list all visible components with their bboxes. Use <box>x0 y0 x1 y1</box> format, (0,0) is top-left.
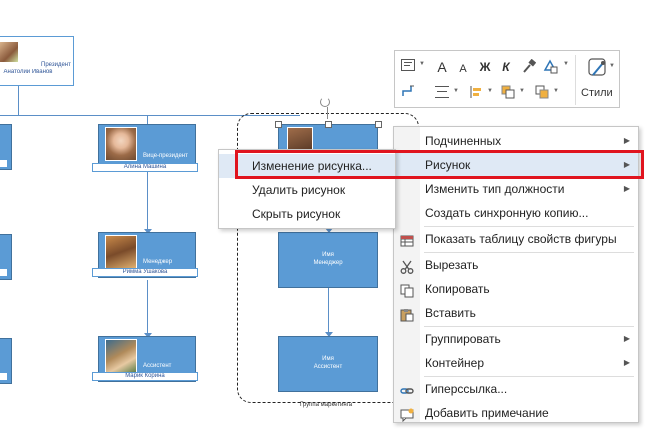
connector <box>147 280 148 338</box>
mini-toolbar: ▼ A A Ж К ▼ ▼ ▼ ▼ ▼ ▼ Стили <box>394 50 620 108</box>
manager-photo <box>105 235 137 269</box>
connector <box>18 86 19 116</box>
selection-handle[interactable] <box>375 121 382 128</box>
bold-button[interactable]: Ж <box>478 59 492 75</box>
president-card[interactable]: Президент Анатолий Иванов <box>0 36 74 86</box>
chevron-down-icon[interactable]: ▼ <box>563 61 569 67</box>
menu-item-cut[interactable]: Вырезать <box>394 253 638 277</box>
manager-role: Менеджер <box>143 259 173 265</box>
paste-icon <box>400 306 414 322</box>
menu-item-copy[interactable]: Копировать <box>394 277 638 301</box>
scissors-icon <box>400 258 414 274</box>
submenu-item-delete-picture[interactable]: Удалить рисунок <box>219 178 395 202</box>
menu-item-show-shape-data[interactable]: Показать таблицу свойств фигуры <box>394 227 638 251</box>
send-backward-icon[interactable] <box>535 85 549 99</box>
menu-item-group[interactable]: Группировать ▶ <box>394 327 638 351</box>
menu-item-change-position-type[interactable]: Изменить тип должности ▶ <box>394 177 638 201</box>
chevron-down-icon[interactable]: ▼ <box>519 88 525 94</box>
submenu-item-hide-picture[interactable]: Скрыть рисунок <box>219 202 395 226</box>
selection-handle[interactable] <box>325 121 332 128</box>
president-photo <box>0 41 19 63</box>
copy-icon <box>400 282 414 298</box>
vp-name: Алина Машина <box>92 163 198 172</box>
bring-forward-icon[interactable] <box>501 85 515 99</box>
align-text-icon[interactable] <box>435 86 449 98</box>
partial-name-left <box>0 268 8 277</box>
vp-photo <box>105 127 137 161</box>
table-icon <box>400 232 414 247</box>
rotate-handle-icon[interactable] <box>320 97 330 107</box>
president-name: Анатолий Иванов <box>1 69 55 78</box>
comment-icon <box>400 406 414 423</box>
president-role: Президент <box>41 62 71 68</box>
group-label: Группа маркетинга <box>300 402 353 408</box>
placeholder-assistant-line2: Ассистент <box>313 364 343 370</box>
chevron-down-icon[interactable]: ▼ <box>609 63 615 69</box>
toolbar-divider <box>575 55 576 105</box>
format-painter-icon[interactable] <box>522 58 537 73</box>
chevron-right-icon: ▶ <box>623 334 630 343</box>
link-icon <box>400 382 414 396</box>
menu-item-paste[interactable]: Вставить <box>394 301 638 325</box>
highlight-frame <box>235 150 644 179</box>
menu-item-container[interactable]: Контейнер ▶ <box>394 351 638 375</box>
connector <box>147 115 148 124</box>
assistant-photo <box>105 339 137 373</box>
font-increase-button[interactable]: A <box>435 59 449 75</box>
chevron-down-icon[interactable]: ▼ <box>487 88 493 94</box>
text-block-icon[interactable] <box>401 59 415 71</box>
placeholder-assistant-card[interactable]: Имя Ассистент <box>278 336 378 392</box>
chevron-right-icon: ▶ <box>623 358 630 367</box>
selection-handle[interactable] <box>275 121 282 128</box>
menu-item-add-comment[interactable]: Добавить примечание <box>394 401 638 425</box>
vp-role: Вице-президент <box>143 153 188 159</box>
assistant-role: Ассистент <box>143 363 172 369</box>
menu-item-hyperlink[interactable]: Гиперссылка... <box>394 377 638 401</box>
font-decrease-button[interactable]: A <box>456 61 470 77</box>
position-icon[interactable] <box>469 85 483 99</box>
connector <box>147 172 148 234</box>
partial-name-left <box>0 372 8 381</box>
assistant-name: Марик Корина <box>92 372 198 381</box>
menu-item-create-synced-copy[interactable]: Создать синхронную копию... <box>394 201 638 225</box>
chevron-down-icon[interactable]: ▼ <box>553 88 559 94</box>
manager-name: Римма Ушакова <box>92 268 198 277</box>
shape-style-icon[interactable] <box>542 58 558 74</box>
styles-label[interactable]: Стили <box>581 87 613 99</box>
partial-name-left <box>0 159 8 168</box>
placeholder-manager-line2: Менеджер <box>313 260 343 266</box>
italic-button[interactable]: К <box>499 59 513 75</box>
chevron-right-icon: ▶ <box>623 184 630 193</box>
connector-point-icon[interactable] <box>401 84 415 98</box>
chevron-down-icon[interactable]: ▼ <box>419 61 425 67</box>
styles-icon[interactable] <box>587 57 609 79</box>
chevron-down-icon[interactable]: ▼ <box>453 88 459 94</box>
rotate-handle-stem <box>327 107 328 119</box>
placeholder-manager-card[interactable]: Имя Менеджер <box>278 232 378 288</box>
selected-photo <box>287 127 313 151</box>
